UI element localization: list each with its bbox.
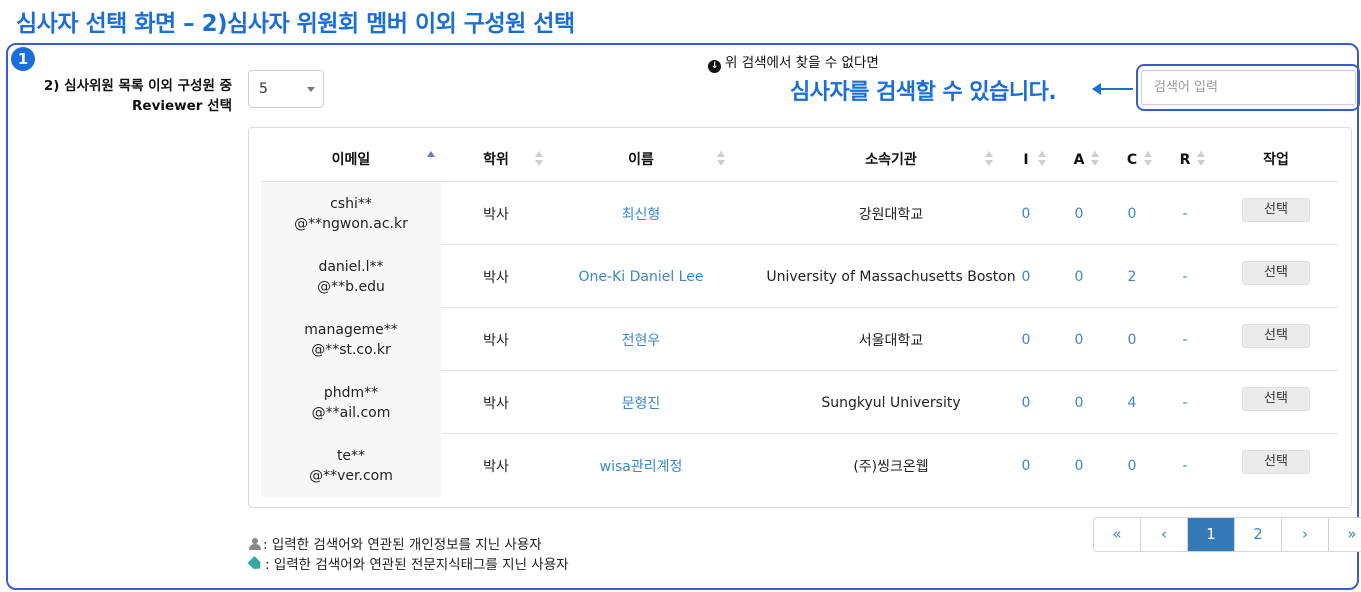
select-button[interactable]: 선택: [1242, 387, 1310, 411]
email-cell: manageme** @**st.co.kr: [261, 308, 441, 371]
select-button[interactable]: 선택: [1242, 198, 1310, 222]
page-size-select[interactable]: 5: [248, 70, 324, 108]
sort-asc-icon[interactable]: [427, 151, 435, 167]
search-callout: 심사자를 검색할 수 있습니다.: [790, 80, 1057, 105]
page-button-1[interactable]: 1: [1188, 518, 1235, 551]
tag-icon: [247, 556, 263, 572]
legend-tag: : 입력한 검색어와 연관된 전문지식태그를 지닌 사용자: [249, 555, 569, 575]
legend-personal: : 입력한 검색어와 연관된 개인정보를 지닌 사용자: [249, 535, 569, 555]
table-row: daniel.l** @**b.edu 박사 One-Ki Daniel Lee …: [261, 245, 1339, 308]
select-button[interactable]: 선택: [1242, 261, 1310, 285]
name-link[interactable]: One-Ki Daniel Lee: [551, 245, 731, 308]
page-button-2[interactable]: 2: [1235, 518, 1282, 551]
c-count-link[interactable]: 0: [1107, 434, 1157, 497]
arrow-down-circle-icon: ↓: [708, 60, 721, 73]
select-button[interactable]: 선택: [1242, 324, 1310, 348]
degree-cell: 박사: [483, 395, 509, 412]
email-cell: te** @**ver.com: [261, 434, 441, 497]
r-count-link[interactable]: -: [1160, 182, 1210, 245]
degree-cell: 박사: [483, 206, 509, 223]
sort-icon[interactable]: [1091, 151, 1099, 167]
column-header-email[interactable]: 이메일: [261, 138, 441, 182]
name-link[interactable]: 최신형: [551, 182, 731, 245]
select-button[interactable]: 선택: [1242, 450, 1310, 474]
sort-icon[interactable]: [1144, 151, 1152, 167]
name-link[interactable]: wisa관리계정: [551, 434, 731, 497]
a-count-link[interactable]: 0: [1054, 434, 1104, 497]
legend: : 입력한 검색어와 연관된 개인정보를 지닌 사용자 : 입력한 검색어와 연…: [249, 535, 569, 575]
page-size-value: 5: [259, 81, 268, 97]
caret-down-icon: [307, 87, 315, 92]
i-count-link[interactable]: 0: [1001, 371, 1051, 434]
sort-icon[interactable]: [1197, 151, 1205, 167]
search-notice: ↓ 위 검색에서 찾을 수 없다면: [708, 51, 879, 73]
r-count-link[interactable]: -: [1160, 308, 1210, 371]
name-link[interactable]: 전현우: [551, 308, 731, 371]
i-count-link[interactable]: 0: [1001, 182, 1051, 245]
r-count-link[interactable]: -: [1160, 371, 1210, 434]
a-count-link[interactable]: 0: [1054, 182, 1104, 245]
notice-text: 위 검색에서 찾을 수 없다면: [725, 55, 879, 71]
r-count-link[interactable]: -: [1160, 245, 1210, 308]
table-row: te** @**ver.com 박사 wisa관리계정 (주)씽크온웹 0 0 0…: [261, 434, 1339, 497]
table-row: manageme** @**st.co.kr 박사 전현우 서울대학교 0 0 0…: [261, 308, 1339, 371]
c-count-link[interactable]: 2: [1107, 245, 1157, 308]
last-page-button[interactable]: »: [1329, 518, 1361, 551]
column-header-action: 작업: [1263, 152, 1289, 168]
first-page-button[interactable]: «: [1094, 518, 1141, 551]
callout-arrow-icon: [1092, 83, 1133, 95]
step-badge: 1: [11, 47, 35, 71]
table-body: cshi** @**ngwon.ac.kr 박사 최신형 강원대학교 0 0 0 …: [261, 182, 1339, 497]
degree-cell: 박사: [483, 269, 509, 286]
field-label-line2: Reviewer 선택: [132, 98, 232, 114]
field-label-line1: 2) 심사위원 목록 이외 구성원 중: [43, 78, 232, 94]
next-page-button[interactable]: ›: [1282, 518, 1329, 551]
i-count-link[interactable]: 0: [1001, 308, 1051, 371]
degree-cell: 박사: [483, 332, 509, 349]
name-link[interactable]: 문형진: [551, 371, 731, 434]
pagination: « ‹ 1 2 › »: [1093, 517, 1361, 552]
email-cell: daniel.l** @**b.edu: [261, 245, 441, 308]
email-cell: cshi** @**ngwon.ac.kr: [261, 182, 441, 245]
reviewer-field-label: 2) 심사위원 목록 이외 구성원 중 Reviewer 선택: [14, 76, 232, 116]
column-header-name[interactable]: 이름: [551, 138, 731, 182]
a-count-link[interactable]: 0: [1054, 245, 1104, 308]
table-row: cshi** @**ngwon.ac.kr 박사 최신형 강원대학교 0 0 0 …: [261, 182, 1339, 245]
search-input[interactable]: [1141, 70, 1356, 105]
sort-icon[interactable]: [1038, 151, 1046, 167]
c-count-link[interactable]: 0: [1107, 308, 1157, 371]
a-count-link[interactable]: 0: [1054, 308, 1104, 371]
c-count-link[interactable]: 4: [1107, 371, 1157, 434]
sort-icon[interactable]: [717, 151, 725, 167]
i-count-link[interactable]: 0: [1001, 245, 1051, 308]
email-cell: phdm** @**ail.com: [261, 371, 441, 434]
r-count-link[interactable]: -: [1160, 434, 1210, 497]
table-row: phdm** @**ail.com 박사 문형진 Sungkyul Univers…: [261, 371, 1339, 434]
sort-icon[interactable]: [535, 151, 543, 167]
c-count-link[interactable]: 0: [1107, 182, 1157, 245]
page-title: 심사자 선택 화면 – 2)심사자 위원회 멤버 이외 구성원 선택: [16, 11, 575, 37]
table-header: 이메일 학위 이름 소속기관 I A C R 작업: [261, 138, 1339, 182]
degree-cell: 박사: [483, 458, 509, 475]
user-icon: [249, 538, 261, 550]
i-count-link[interactable]: 0: [1001, 434, 1051, 497]
a-count-link[interactable]: 0: [1054, 371, 1104, 434]
prev-page-button[interactable]: ‹: [1141, 518, 1188, 551]
sort-icon[interactable]: [985, 151, 993, 167]
